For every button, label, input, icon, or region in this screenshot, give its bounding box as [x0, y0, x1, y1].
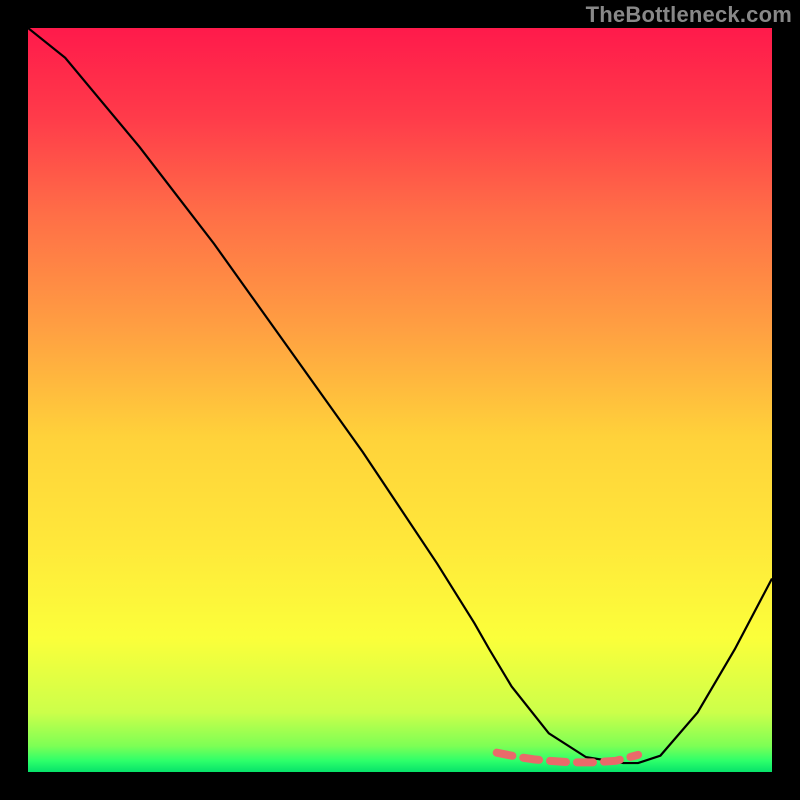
chart-container: TheBottleneck.com — [0, 0, 800, 800]
watermark-label: TheBottleneck.com — [586, 2, 792, 28]
chart-svg — [28, 28, 772, 772]
plot-area — [28, 28, 772, 772]
gradient-bg — [28, 28, 772, 772]
